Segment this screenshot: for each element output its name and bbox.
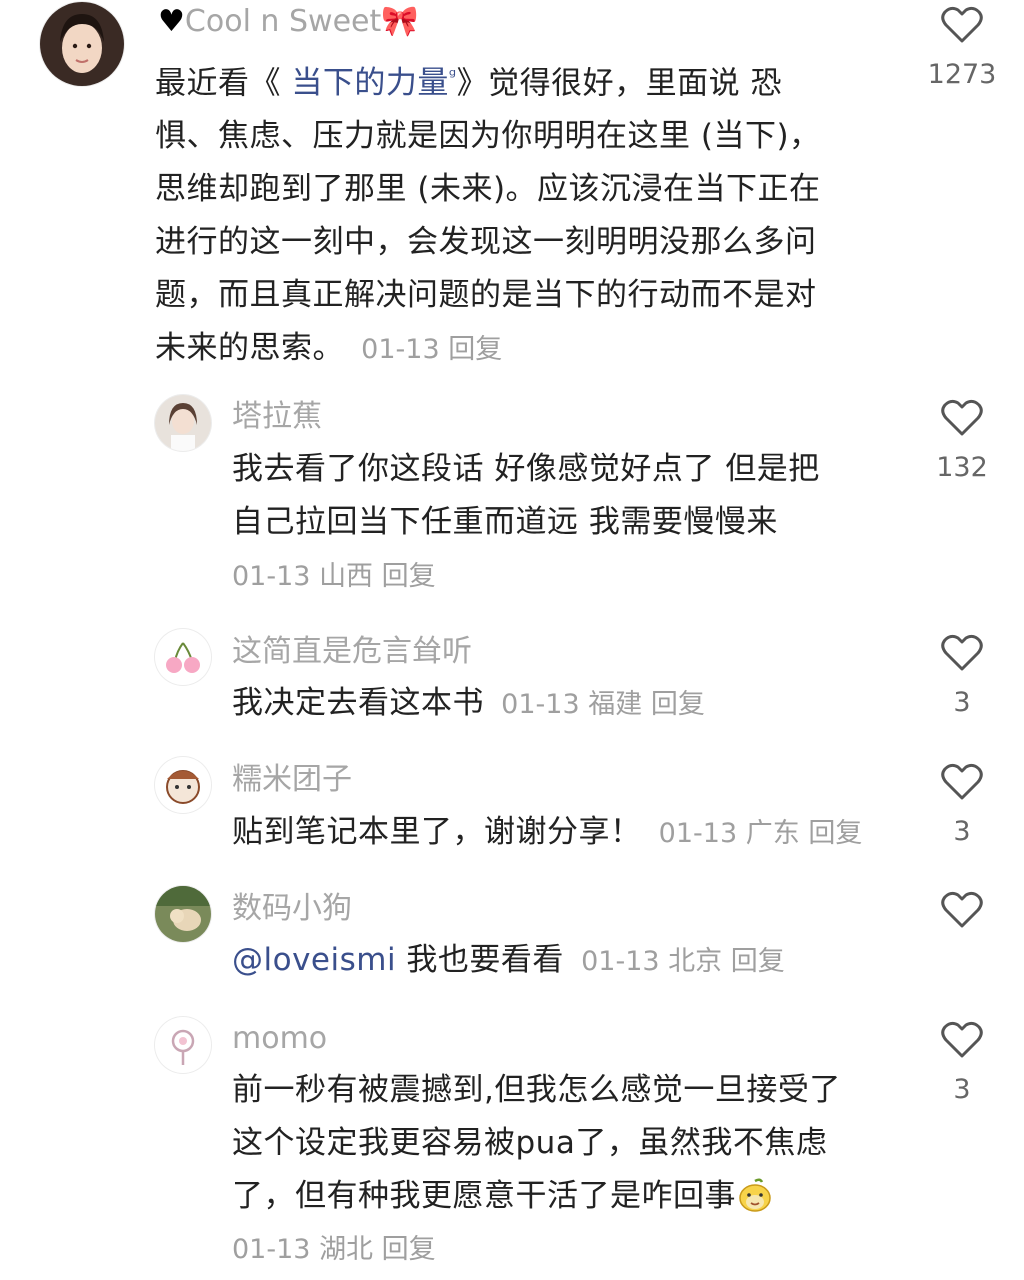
comment-location: 山西 xyxy=(319,561,374,592)
comment-text: 最近看《 当下的力量ᵍ》觉得很好，里面说 恐 惧、焦虑、压力就是因为你明明在这里… xyxy=(155,65,821,367)
avatar[interactable] xyxy=(40,2,124,86)
like-count: 1273 xyxy=(927,59,997,90)
heart-outline-icon xyxy=(941,1021,983,1058)
comment-list: ♥Cool n Sweet🎀 最近看《 当下的力量ᵍ》觉得很好，里面说 恐 惧、… xyxy=(0,0,1024,1280)
comment-date: 01-13 xyxy=(581,946,660,977)
heart-outline-icon xyxy=(941,6,983,43)
reply-button[interactable]: 回复 xyxy=(731,946,785,977)
username[interactable]: ♥Cool n Sweet🎀 xyxy=(158,2,419,42)
like-button[interactable] xyxy=(922,1021,1002,1059)
comment-date: 01-13 xyxy=(232,561,311,592)
reply-button[interactable]: 回复 xyxy=(382,1234,436,1265)
like-count: 3 xyxy=(953,816,971,847)
avatar[interactable] xyxy=(155,395,211,451)
reply-button[interactable]: 回复 xyxy=(448,334,502,365)
username[interactable]: 这简直是危言耸听 xyxy=(232,632,472,672)
like-button[interactable] xyxy=(922,763,1002,801)
comment-text: 我决定去看这本书 01-13 福建 回复 xyxy=(232,685,705,721)
avatar[interactable] xyxy=(155,757,211,813)
avatar[interactable] xyxy=(155,886,211,942)
comment-date: 01-13 xyxy=(658,818,738,849)
comment-location: 北京 xyxy=(668,946,723,977)
like-button[interactable] xyxy=(922,891,1002,929)
comment-meta: 01-13 湖北 回复 xyxy=(232,1230,436,1270)
comment-location: 湖北 xyxy=(319,1234,374,1265)
search-icon: ᵍ xyxy=(448,66,457,87)
heart-outline-icon xyxy=(941,399,983,436)
comment-location: 福建 xyxy=(588,689,643,720)
pink-bow-emoji: 🎀 xyxy=(381,4,419,39)
black-heart-emoji: ♥ xyxy=(158,4,185,39)
book-link[interactable]: 当下的力量ᵍ xyxy=(291,65,456,101)
like-button[interactable] xyxy=(922,6,1002,44)
avatar[interactable] xyxy=(155,1017,211,1073)
like-count: 3 xyxy=(953,1074,971,1105)
comment-date: 01-13 xyxy=(361,334,440,366)
username[interactable]: 糯米团子 xyxy=(232,760,352,800)
username[interactable]: 塔拉蕉 xyxy=(232,397,322,437)
like-count: 132 xyxy=(936,452,988,483)
comment-text: @loveismi 我也要看看 01-13 北京 回复 xyxy=(232,942,785,978)
smiling-emoji xyxy=(739,1178,771,1212)
comment-date: 01-13 xyxy=(501,689,580,720)
comment-text: 前一秒有被震撼到,但我怎么感觉一旦接受了 这个设定我更容易被pua了，虽然我不焦… xyxy=(232,1072,841,1214)
reply-button[interactable]: 回复 xyxy=(808,818,862,849)
like-button[interactable] xyxy=(922,399,1002,437)
like-button[interactable] xyxy=(922,634,1002,672)
comment-meta: 01-13 山西 回复 xyxy=(232,557,436,597)
avatar[interactable] xyxy=(155,629,211,685)
username[interactable]: momo xyxy=(232,1019,327,1059)
like-count: 3 xyxy=(953,687,971,718)
reply-button[interactable]: 回复 xyxy=(382,561,436,592)
heart-outline-icon xyxy=(941,634,983,671)
heart-outline-icon xyxy=(941,891,983,928)
comment-text: 我去看了你这段话 好像感觉好点了 但是把 自己拉回当下任重而道远 我需要慢慢来 xyxy=(232,451,820,540)
comment-location: 广东 xyxy=(745,818,800,849)
comment-text: 贴到笔记本里了，谢谢分享！ 01-13 广东 回复 xyxy=(232,814,863,850)
mention-link[interactable]: @loveismi xyxy=(232,942,396,978)
username[interactable]: 数码小狗 xyxy=(232,889,352,929)
reply-button[interactable]: 回复 xyxy=(651,689,705,720)
comment-date: 01-13 xyxy=(232,1234,311,1265)
heart-outline-icon xyxy=(941,763,983,800)
